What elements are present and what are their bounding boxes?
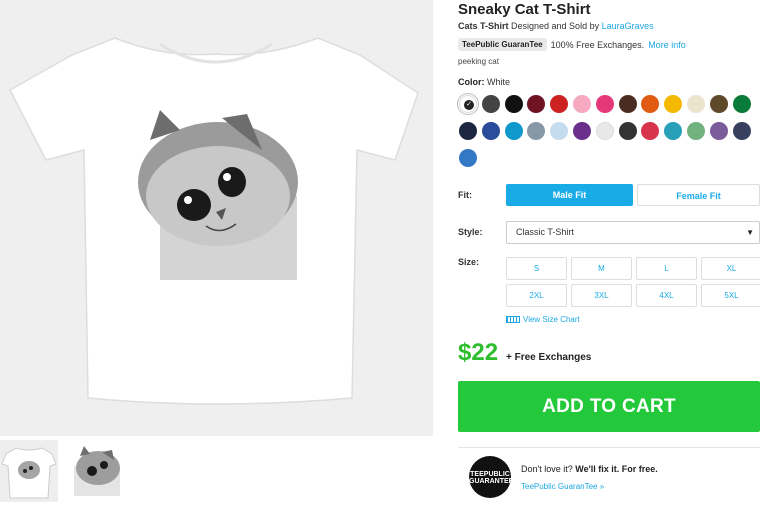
fit-female-button[interactable]: Female Fit	[637, 184, 760, 206]
price: $22	[458, 339, 499, 366]
byline-text: Designed and Sold by	[508, 21, 602, 31]
size-xl-button[interactable]: XL	[701, 257, 760, 280]
fit-label: Fit:	[458, 190, 472, 200]
tshirt-illustration	[9, 37, 419, 405]
style-label: Style:	[458, 227, 483, 237]
size-l-button[interactable]: L	[636, 257, 697, 280]
color-label-text: Color:	[458, 77, 485, 87]
color-swatch[interactable]	[732, 95, 751, 113]
product-tag[interactable]: peeking cat	[458, 57, 499, 66]
color-swatch[interactable]	[481, 122, 500, 140]
color-swatch[interactable]	[618, 122, 637, 140]
chevron-down-icon: ▼	[746, 228, 754, 237]
color-swatch[interactable]	[550, 122, 569, 140]
thumbnail-tshirt[interactable]	[0, 440, 58, 502]
color-swatch[interactable]	[687, 122, 705, 140]
color-swatch[interactable]	[732, 122, 751, 140]
color-swatch[interactable]	[459, 122, 477, 140]
color-swatch[interactable]	[709, 122, 728, 140]
product-main-image[interactable]	[0, 0, 433, 436]
color-swatch[interactable]: ✓	[459, 95, 477, 113]
color-swatch[interactable]	[618, 95, 637, 113]
color-swatch[interactable]	[641, 122, 660, 140]
color-swatch[interactable]	[527, 122, 546, 140]
guarantee-pill: TeePublic GuaranTee	[458, 38, 547, 51]
color-swatch[interactable]	[573, 122, 591, 140]
guarantee-message: Don't love it? We'll fix it. For free.	[521, 464, 658, 474]
add-to-cart-button[interactable]: ADD TO CART	[458, 381, 760, 432]
product-title: Sneaky Cat T-Shirt	[458, 1, 591, 18]
guarantee-message-a: Don't love it?	[521, 464, 576, 474]
size-3xl-button[interactable]: 3XL	[571, 284, 632, 307]
size-label: Size:	[458, 257, 480, 267]
thumbnail-artwork[interactable]	[64, 440, 126, 502]
guarantee-row: TeePublic GuaranTee 100% Free Exchanges.…	[458, 38, 686, 51]
size-chart-text: View Size Chart	[523, 315, 580, 324]
color-swatch[interactable]	[459, 149, 477, 167]
check-icon: ✓	[464, 100, 474, 110]
color-swatch[interactable]	[664, 95, 683, 113]
color-swatch[interactable]	[527, 95, 546, 113]
price-note: + Free Exchanges	[506, 352, 592, 363]
color-swatch[interactable]	[595, 122, 614, 140]
color-label: Color: White	[458, 77, 510, 87]
guarantee-seal-icon: TEEPUBLIC GUARANTEE	[469, 456, 514, 498]
product-type: Cats T-Shirt	[458, 21, 509, 31]
size-4xl-button[interactable]: 4XL	[636, 284, 697, 307]
guarantee-box: TEEPUBLIC GUARANTEE Don't love it? We'll …	[458, 447, 760, 505]
size-2xl-button[interactable]: 2XL	[506, 284, 567, 307]
size-s-button[interactable]: S	[506, 257, 567, 280]
designer-link[interactable]: LauraGraves	[602, 21, 654, 31]
color-selected: White	[487, 77, 511, 87]
color-swatch[interactable]	[481, 95, 500, 113]
guarantee-message-b: We'll fix it. For free.	[575, 464, 658, 474]
color-swatch[interactable]	[687, 95, 705, 113]
color-swatch[interactable]	[709, 95, 728, 113]
more-info-link[interactable]: More info	[648, 40, 686, 50]
style-select[interactable]: Classic T-Shirt ▼	[506, 221, 760, 244]
color-swatch[interactable]	[595, 95, 614, 113]
fit-male-button[interactable]: Male Fit	[506, 184, 633, 206]
color-swatch[interactable]	[504, 122, 523, 140]
size-5xl-button[interactable]: 5XL	[701, 284, 760, 307]
color-swatch[interactable]	[641, 95, 660, 113]
size-chart-link[interactable]: View Size Chart	[506, 315, 580, 324]
color-swatch[interactable]	[573, 95, 591, 113]
color-swatch[interactable]	[664, 122, 683, 140]
thumbnail-strip	[0, 440, 433, 505]
exchanges-text: 100% Free Exchanges.	[550, 39, 645, 50]
seal-text-1: TEEPUBLIC	[470, 471, 510, 478]
color-swatch[interactable]	[504, 95, 523, 113]
guarantee-link[interactable]: TeePublic GuaranTee »	[521, 482, 604, 491]
seal-text-2: GUARANTEE	[469, 478, 514, 485]
product-byline: Cats T-Shirt Designed and Sold by LauraG…	[458, 21, 654, 31]
ruler-icon	[506, 316, 520, 323]
size-m-button[interactable]: M	[571, 257, 632, 280]
color-swatch[interactable]	[550, 95, 569, 113]
style-value: Classic T-Shirt	[516, 227, 574, 237]
